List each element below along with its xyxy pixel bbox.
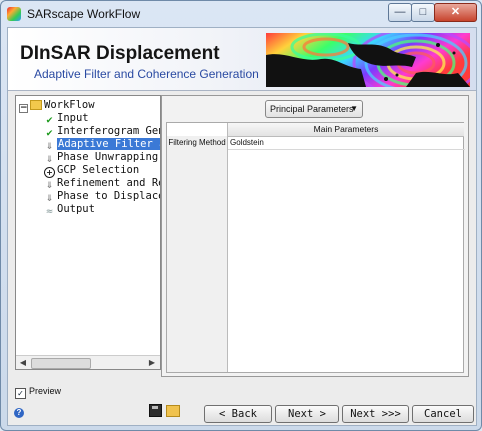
- parameters-panel: Principal Parameters ▼ Main Parameters F…: [161, 95, 469, 377]
- tree-item-phase-unwrapping[interactable]: ⇓ Phase Unwrapping: [44, 151, 159, 165]
- tree-item-label: Interferogram Gener: [57, 125, 160, 137]
- chevron-down-icon: ▼: [350, 104, 358, 113]
- tree-item-gcp-selection[interactable]: + GCP Selection: [44, 164, 140, 178]
- page-title: DInSAR Displacement: [20, 43, 220, 64]
- tree-item-label: Output: [57, 203, 95, 215]
- filtering-method-value[interactable]: Goldstein: [228, 137, 465, 150]
- next-all-button[interactable]: Next >>>: [342, 405, 409, 423]
- tree-item-interferogram[interactable]: ✔Interferogram Gener: [44, 125, 160, 139]
- scroll-left-arrow-icon[interactable]: ◀: [17, 357, 29, 369]
- tree-item-adaptive-filter[interactable]: ⇓ Adaptive Filter a: [44, 138, 160, 152]
- tree-item-input[interactable]: ✔ Input: [44, 112, 89, 126]
- header-banner: DInSAR Displacement Adaptive Filter and …: [8, 28, 476, 91]
- tree-item-label: Input: [57, 112, 89, 124]
- row-label-filtering-method: Filtering Method: [168, 138, 226, 147]
- tree-horizontal-scrollbar[interactable]: ◀ ▶: [16, 355, 160, 369]
- collapse-icon[interactable]: −: [19, 104, 28, 113]
- interferogram-graphic: [266, 33, 470, 87]
- column-header: Main Parameters: [227, 123, 464, 137]
- scroll-thumb[interactable]: [31, 358, 91, 369]
- output-icon: ≈: [45, 207, 54, 217]
- row-header-column: [167, 136, 228, 372]
- parameters-table: Main Parameters Filtering Method Goldste…: [166, 122, 465, 373]
- maximize-button[interactable]: □: [411, 3, 435, 22]
- tree-item-refinement[interactable]: ⇓ Refinement and Re: [44, 177, 161, 191]
- dropdown-value: Principal Parameters: [270, 104, 354, 114]
- tree-item-label: GCP Selection: [57, 164, 140, 176]
- tree-item-label: Adaptive Filter a: [57, 138, 160, 150]
- window: SARscape WorkFlow — □ ✕ DInSAR Displacem…: [0, 0, 482, 431]
- preview-label: Preview: [29, 386, 62, 396]
- next-button[interactable]: Next >: [275, 405, 339, 423]
- help-icon[interactable]: ?: [14, 408, 24, 418]
- tree-item-label: Phase to Displace: [57, 190, 161, 202]
- preview-option[interactable]: ✓ Preview: [15, 386, 61, 399]
- client-area: DInSAR Displacement Adaptive Filter and …: [7, 27, 477, 426]
- tree-item-output[interactable]: ≈ Output: [44, 203, 95, 217]
- close-button[interactable]: ✕: [434, 3, 477, 22]
- workflow-tree[interactable]: − WorkFlow ✔Input ✔Interferogram Gener ⇓A…: [15, 95, 161, 370]
- folder-icon: [30, 100, 42, 110]
- tree-item-label: Phase Unwrapping: [57, 151, 159, 163]
- cancel-button[interactable]: Cancel: [412, 405, 474, 423]
- interferogram-image: [266, 33, 470, 87]
- preview-checkbox[interactable]: ✓: [15, 388, 26, 399]
- tree-item-label: Refinement and Re: [57, 177, 161, 189]
- app-icon: [7, 7, 21, 21]
- back-button[interactable]: < Back: [204, 405, 272, 423]
- save-icon[interactable]: [149, 404, 162, 417]
- minimize-button[interactable]: —: [388, 3, 412, 22]
- parameter-set-dropdown[interactable]: Principal Parameters ▼: [265, 100, 363, 118]
- tree-item-phase-to-displacement[interactable]: ⇓ Phase to Displace: [44, 190, 161, 204]
- window-title: SARscape WorkFlow: [27, 7, 141, 21]
- open-folder-icon[interactable]: [166, 405, 180, 417]
- scroll-right-arrow-icon[interactable]: ▶: [146, 357, 158, 369]
- page-subtitle: Adaptive Filter and Coherence Generation: [34, 67, 259, 81]
- tree-root[interactable]: − WorkFlow: [19, 99, 95, 113]
- title-bar[interactable]: SARscape WorkFlow — □ ✕: [1, 1, 481, 27]
- tree-root-label: WorkFlow: [44, 99, 95, 111]
